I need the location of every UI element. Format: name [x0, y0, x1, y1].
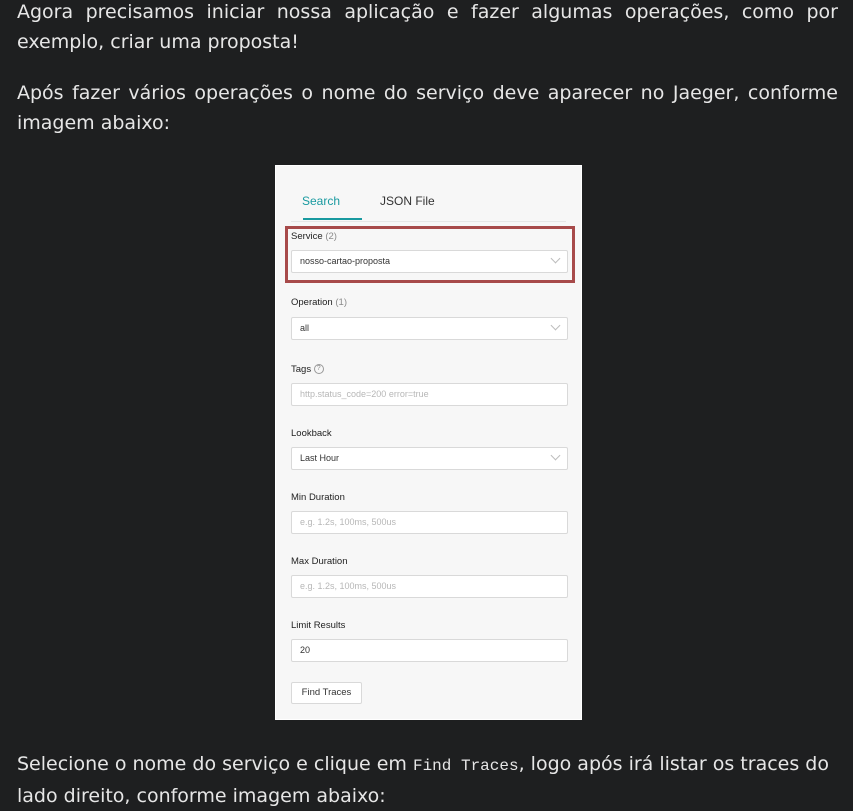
max-duration-input[interactable]: e.g. 1.2s, 100ms, 500us [291, 575, 568, 598]
intro-paragraph: Agora precisamos iniciar nossa aplicação… [17, 1, 838, 53]
operation-select[interactable]: all [291, 317, 568, 340]
min-duration-input[interactable]: e.g. 1.2s, 100ms, 500us [291, 511, 568, 534]
tab-json-file[interactable]: JSON File [380, 194, 435, 208]
jaeger-paragraph: Após fazer vários operações o nome do se… [17, 82, 838, 134]
min-duration-label: Min Duration [291, 492, 345, 503]
service-select[interactable]: nosso-cartao-proposta [291, 250, 568, 273]
chevron-down-icon [550, 450, 561, 461]
instruction-paragraph: Selecione o nome do serviço e clique em … [17, 753, 829, 807]
help-icon[interactable]: ? [313, 364, 324, 375]
jaeger-search-screenshot: Search JSON File Service (2) nosso-carta… [275, 165, 582, 720]
tab-search[interactable]: Search [302, 194, 340, 208]
inline-code: Find Traces [412, 757, 519, 775]
max-duration-label: Max Duration [291, 556, 348, 567]
chevron-down-icon [550, 320, 561, 331]
tags-input[interactable]: http.status_code=200 error=true [291, 383, 568, 406]
chevron-down-icon [550, 253, 561, 264]
search-tabs: Search JSON File [291, 185, 566, 222]
find-traces-button[interactable]: Find Traces [291, 682, 362, 704]
limit-results-input[interactable]: 20 [291, 639, 568, 662]
limit-results-label: Limit Results [291, 620, 346, 631]
lookback-label: Lookback [291, 428, 332, 439]
service-label: Service (2) [291, 231, 337, 242]
operation-label: Operation (1) [291, 297, 347, 308]
active-tab-indicator [303, 218, 362, 220]
lookback-select[interactable]: Last Hour [291, 447, 568, 470]
tags-label: Tags ? [291, 364, 324, 375]
